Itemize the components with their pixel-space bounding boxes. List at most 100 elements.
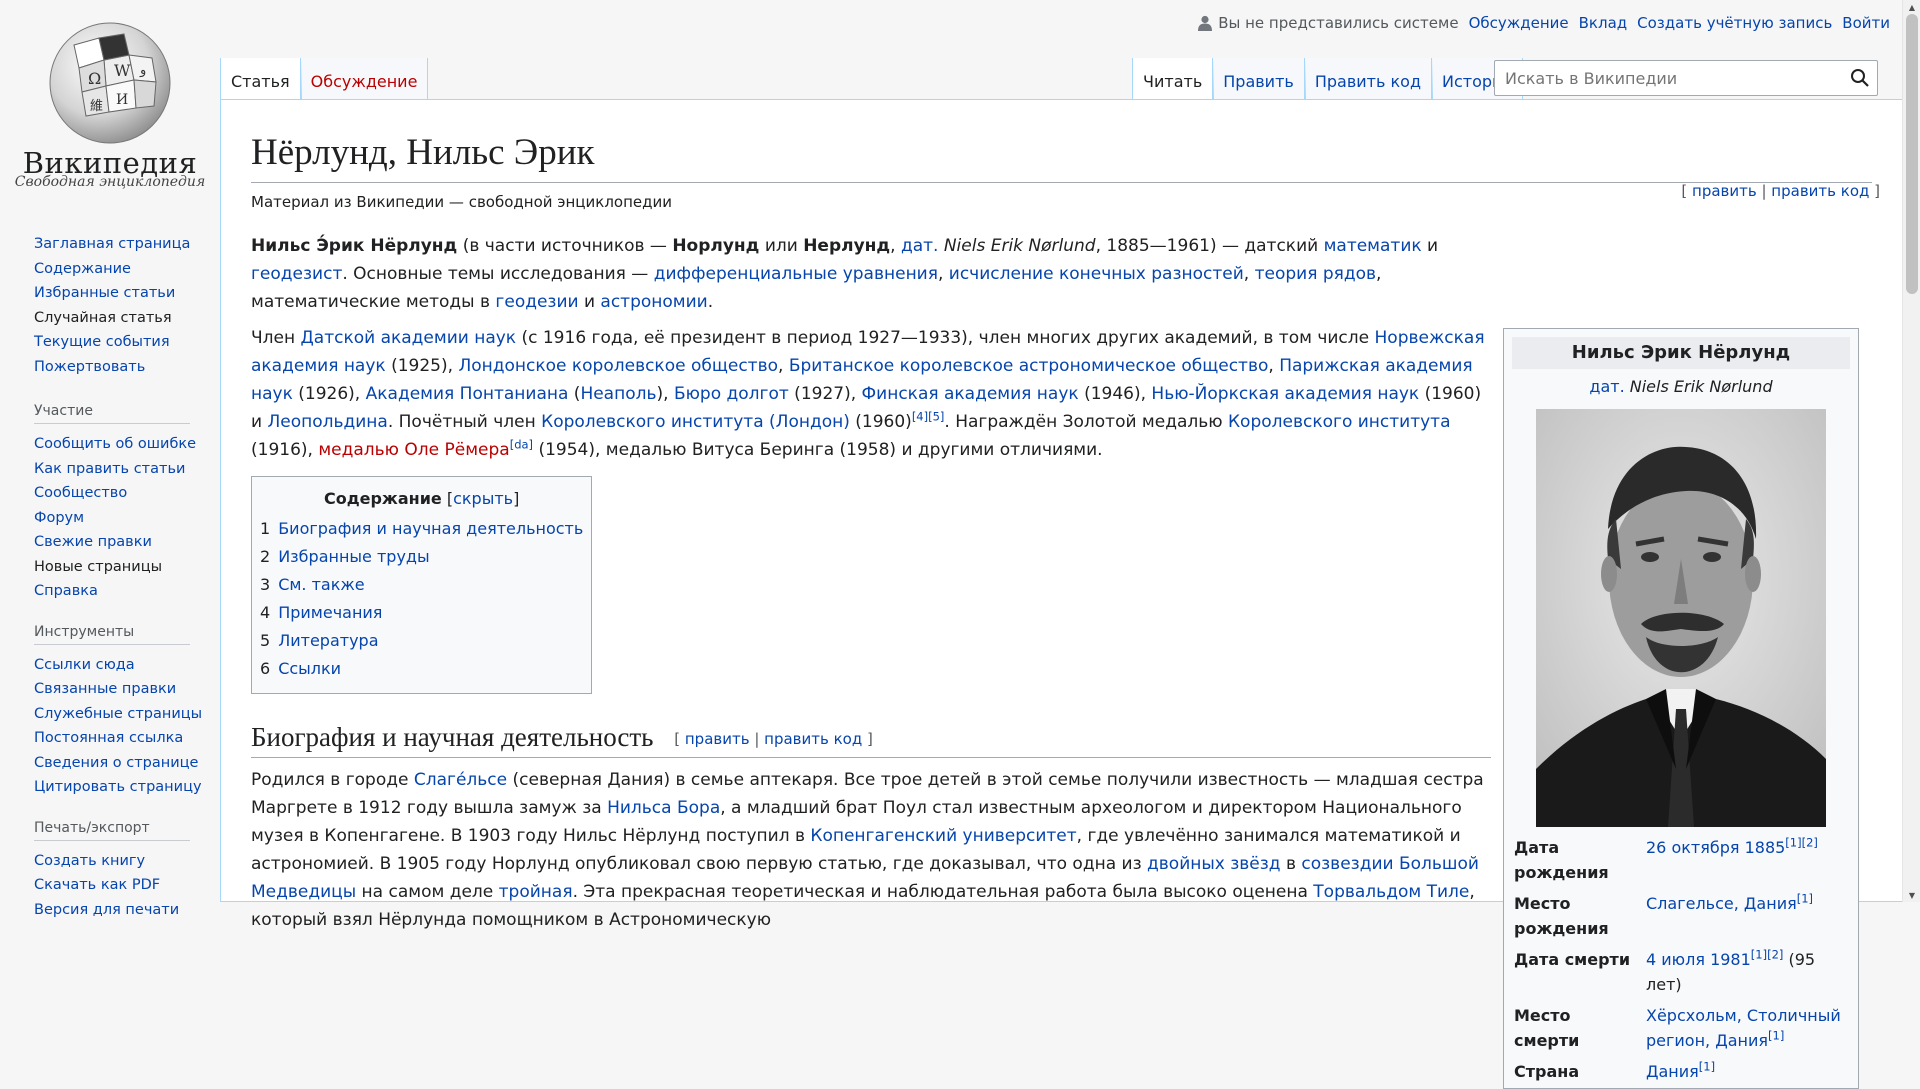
sidebar-item-donate[interactable]: Пожертвовать (34, 359, 145, 375)
scroll-down-arrow-icon[interactable]: ▼ (1903, 888, 1920, 902)
toc-number: 5 (260, 631, 271, 650)
sidebar-item-printable[interactable]: Версия для печати (34, 902, 179, 918)
sidebar-item-featured[interactable]: Избранные статьи (34, 285, 175, 301)
sidebar-item-main-page[interactable]: Заглавная страница (34, 236, 190, 252)
sidebar-item-recent-changes[interactable]: Свежие правки (34, 534, 152, 550)
link-double-stars[interactable]: двойных звёзд (1147, 854, 1281, 874)
sidebar-item-page-info[interactable]: Сведения о странице (34, 755, 198, 771)
link-diff-eq[interactable]: дифференциальные уравнения (654, 264, 938, 284)
link-ursa-major[interactable]: созвездии Большой Медведицы (251, 854, 1479, 902)
section-edit-code-link[interactable]: править код (764, 730, 862, 748)
link-geodesist[interactable]: геодезист (251, 264, 342, 284)
death-place-link[interactable]: Хёрсхольм, Столичный регион, Дания (1646, 1006, 1841, 1050)
link-slagelse[interactable]: Слаге́льсе (414, 770, 507, 790)
infobox-ref[interactable]: [1][2] (1785, 836, 1818, 850)
link-royal-society[interactable]: Лондонское королевское общество (458, 356, 778, 376)
sidebar-item-download-pdf[interactable]: Скачать как PDF (34, 877, 160, 893)
country-link[interactable]: Дания (1646, 1062, 1699, 1081)
page-edit-link[interactable]: править (1692, 182, 1757, 200)
tab-talk[interactable]: Обсуждение (300, 58, 429, 100)
scrollbar[interactable]: ▲ ▼ (1902, 0, 1920, 902)
link-geodesy[interactable]: геодезии (495, 292, 578, 312)
sidebar-item-new-pages[interactable]: Новые страницы (34, 559, 162, 575)
link-finnish-academy[interactable]: Финская академия наук (862, 384, 1079, 404)
toc-item[interactable]: 2 Избранные труды (260, 543, 583, 571)
sidebar-item-contents[interactable]: Содержание (34, 261, 131, 277)
sidebar-item-current-events[interactable]: Текущие события (34, 334, 170, 350)
link-leopoldina[interactable]: Леопольдина (267, 412, 387, 432)
search-button[interactable] (1843, 61, 1877, 95)
sidebar-item-report-error[interactable]: Сообщить об ошибке (34, 436, 196, 452)
ref-4[interactable]: [4] (912, 409, 928, 423)
toc-item[interactable]: 4 Примечания (260, 599, 583, 627)
scrollbar-thumb[interactable] (1906, 14, 1918, 294)
birth-date-link[interactable]: 26 октября 1885 (1646, 838, 1785, 857)
toc-number: 6 (260, 659, 271, 678)
infobox-ref[interactable]: [1] (1768, 1029, 1784, 1043)
toc-link[interactable]: Примечания (278, 603, 382, 622)
link-finite-diff[interactable]: исчисление конечных разностей (949, 264, 1244, 284)
toc-item[interactable]: 5 Литература (260, 627, 583, 655)
sidebar-item-how-to-edit[interactable]: Как править статьи (34, 461, 185, 477)
toc-link[interactable]: Биография и научная деятельность (278, 519, 583, 538)
link-copenhagen-university[interactable]: Копенгагенский университет (810, 826, 1076, 846)
link-pontaniana[interactable]: Академия Понтаниана (366, 384, 569, 404)
sidebar-item-special-pages[interactable]: Служебные страницы (34, 706, 202, 722)
tab-edit-code[interactable]: Править код (1304, 58, 1432, 100)
sidebar-item-help[interactable]: Справка (34, 583, 98, 599)
link-triple[interactable]: тройная (499, 882, 573, 902)
sidebar-item-community[interactable]: Сообщество (34, 485, 127, 501)
toc-link[interactable]: Избранные труды (278, 547, 429, 566)
personal-contributions-link[interactable]: Вклад (1579, 14, 1628, 32)
link-danish-academy[interactable]: Датской академии наук (301, 328, 517, 348)
link-astronomy[interactable]: астрономии (600, 292, 707, 312)
infobox-ref[interactable]: [1] (1699, 1060, 1715, 1074)
sidebar-item-forum[interactable]: Форум (34, 510, 84, 526)
birth-place-link[interactable]: Слагельсе, Дания (1646, 894, 1797, 913)
wikipedia-logo[interactable]: Ω W ﻭ И 維 Википедия Свободная энциклопед… (0, 0, 220, 200)
link-bureau-longitudes[interactable]: Бюро долгот (674, 384, 789, 404)
tab-edit[interactable]: Править (1213, 58, 1305, 100)
death-date-link[interactable]: 4 июля 1981 (1646, 950, 1751, 969)
personal-talk-link[interactable]: Обсуждение (1469, 14, 1569, 32)
sidebar-item-create-book[interactable]: Создать книгу (34, 853, 145, 869)
page-edit-code-link[interactable]: править код (1771, 182, 1869, 200)
tab-read[interactable]: Читать (1132, 58, 1214, 100)
sidebar-item-cite[interactable]: Цитировать страницу (34, 779, 202, 795)
ref-da[interactable]: [da] (510, 437, 533, 451)
link-royal-institution[interactable]: Королевского института (Лондон) (541, 412, 850, 432)
toc-link[interactable]: См. также (278, 575, 364, 594)
toc-item[interactable]: 6 Ссылки (260, 655, 583, 683)
sidebar-item-random[interactable]: Случайная статья (34, 310, 172, 326)
link-thiele[interactable]: Торвальдом Тиле (1313, 882, 1469, 902)
scroll-up-arrow-icon[interactable]: ▲ (1903, 0, 1920, 14)
link-royal-institution-2[interactable]: Королевского института (1228, 412, 1451, 432)
link-ras[interactable]: Британское королевское астрономическое о… (789, 356, 1269, 376)
infobox-ref[interactable]: [1] (1797, 892, 1813, 906)
infobox-lang-link[interactable]: дат. (1589, 377, 1624, 396)
infobox-ref[interactable]: [1][2] (1751, 948, 1784, 962)
lang-link[interactable]: дат. (901, 236, 938, 256)
search-input[interactable] (1503, 67, 1843, 89)
login-link[interactable]: Войти (1842, 14, 1890, 32)
toc-hide-link[interactable]: скрыть (453, 489, 513, 508)
section-edit-link[interactable]: править (685, 730, 750, 748)
toc-item[interactable]: 1 Биография и научная деятельность (260, 515, 583, 543)
sidebar-item-related-changes[interactable]: Связанные правки (34, 681, 176, 697)
toc-link[interactable]: Ссылки (278, 659, 341, 678)
ref-5[interactable]: [5] (928, 409, 944, 423)
create-account-link[interactable]: Создать учётную запись (1637, 14, 1832, 32)
link-mathematician[interactable]: математик (1324, 236, 1422, 256)
sidebar-item-permanent-link[interactable]: Постоянная ссылка (34, 730, 183, 746)
sidebar-item-what-links-here[interactable]: Ссылки сюда (34, 657, 135, 673)
link-naples[interactable]: Неаполь (580, 384, 656, 404)
link-ole-romer-medal[interactable]: медалью Оле Рёмера (318, 440, 509, 460)
link-ny-academy[interactable]: Нью-Йоркская академия наук (1151, 384, 1419, 404)
toc-item[interactable]: 3 См. также (260, 571, 583, 599)
tab-article[interactable]: Статья (220, 58, 301, 100)
link-series[interactable]: теория рядов (1255, 264, 1376, 284)
wikipedia-tagline: Свободная энциклопедия (14, 174, 206, 190)
toc-link[interactable]: Литература (278, 631, 378, 650)
link-niels-bohr[interactable]: Нильса Бора (607, 798, 720, 818)
portrait-photo[interactable] (1536, 409, 1826, 827)
